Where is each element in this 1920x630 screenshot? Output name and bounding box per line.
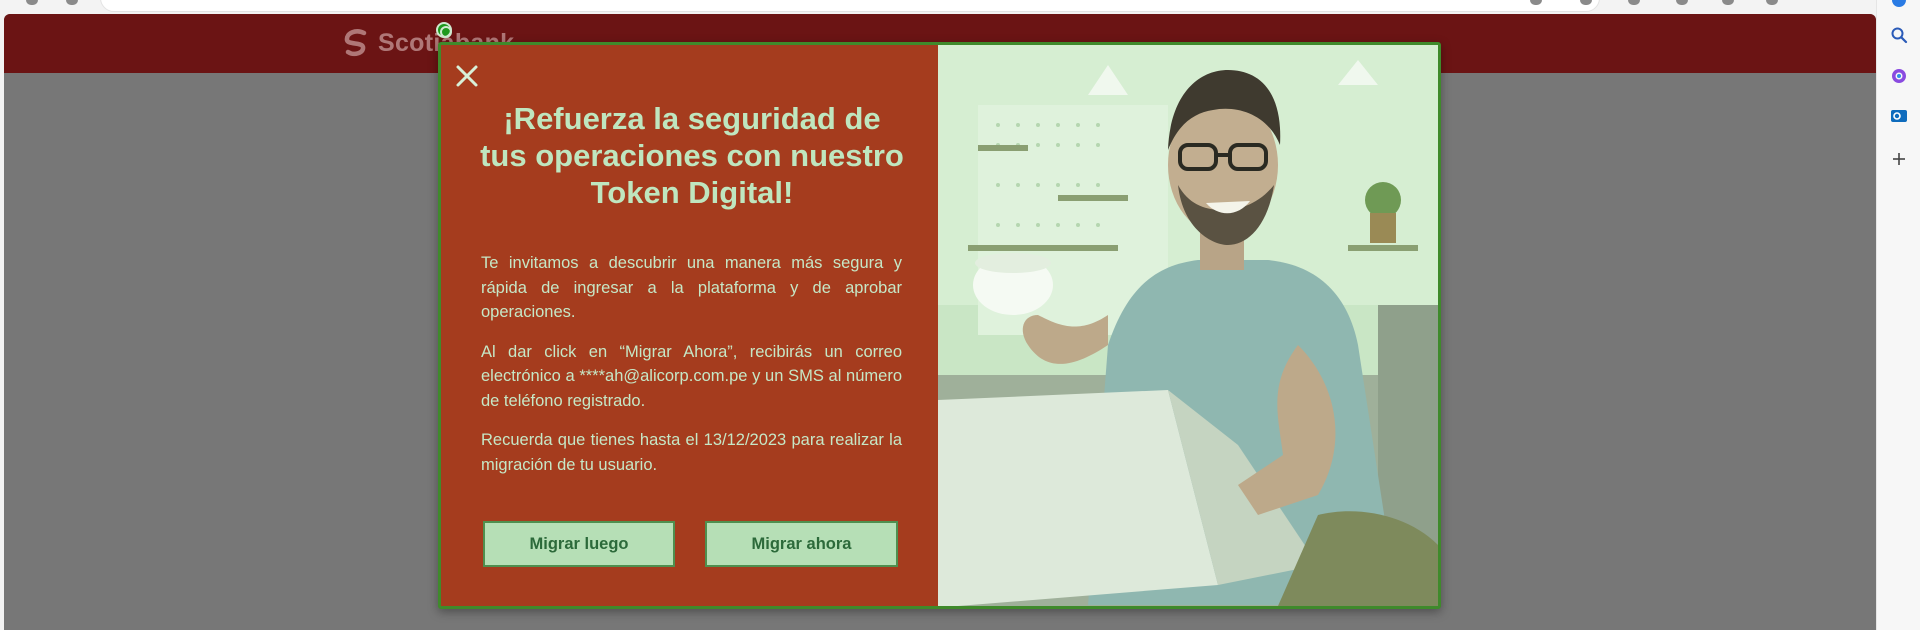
instruction-paragraph: Al dar click en “Migrar Ahora”, recibirá…	[481, 342, 902, 410]
modal-title: ¡Refuerza la seguridad de tus operacione…	[480, 101, 904, 210]
deadline-paragraph: Recuerda que tienes hasta el 13/12/2023 …	[481, 431, 902, 474]
collections-icon[interactable]	[1676, 0, 1688, 5]
add-icon[interactable]	[1885, 145, 1913, 173]
migrate-later-button[interactable]: Migrar luego	[483, 521, 675, 567]
extensions-icon[interactable]	[1766, 0, 1778, 5]
browser-toolbar	[0, 0, 1876, 14]
browser-sidebar	[1876, 0, 1920, 630]
close-button[interactable]	[454, 63, 480, 89]
favorites-icon[interactable]	[1628, 0, 1640, 5]
copilot-icon[interactable]	[1885, 62, 1913, 90]
modal-body: Te invitamos a descubrir una manera más …	[481, 251, 902, 492]
back-icon[interactable]	[26, 0, 38, 5]
modal-content-panel: ¡Refuerza la seguridad de tus operacione…	[441, 45, 938, 606]
refresh-icon[interactable]	[66, 0, 78, 5]
token-migration-modal: ¡Refuerza la seguridad de tus operacione…	[438, 42, 1441, 609]
search-icon[interactable]	[1885, 21, 1913, 49]
scotiabank-logo-icon	[344, 29, 367, 57]
intro-paragraph: Te invitamos a descubrir una manera más …	[481, 254, 902, 321]
migrate-now-button[interactable]: Migrar ahora	[705, 521, 898, 567]
downloads-icon[interactable]	[1722, 0, 1734, 5]
hero-image	[938, 45, 1438, 606]
address-bar[interactable]	[100, 0, 1600, 12]
man-with-laptop-image	[938, 45, 1438, 606]
outlook-icon[interactable]	[1885, 102, 1913, 130]
focus-indicator-icon	[436, 22, 452, 38]
close-icon	[456, 65, 478, 87]
copilot-top-icon[interactable]	[1885, 0, 1913, 14]
